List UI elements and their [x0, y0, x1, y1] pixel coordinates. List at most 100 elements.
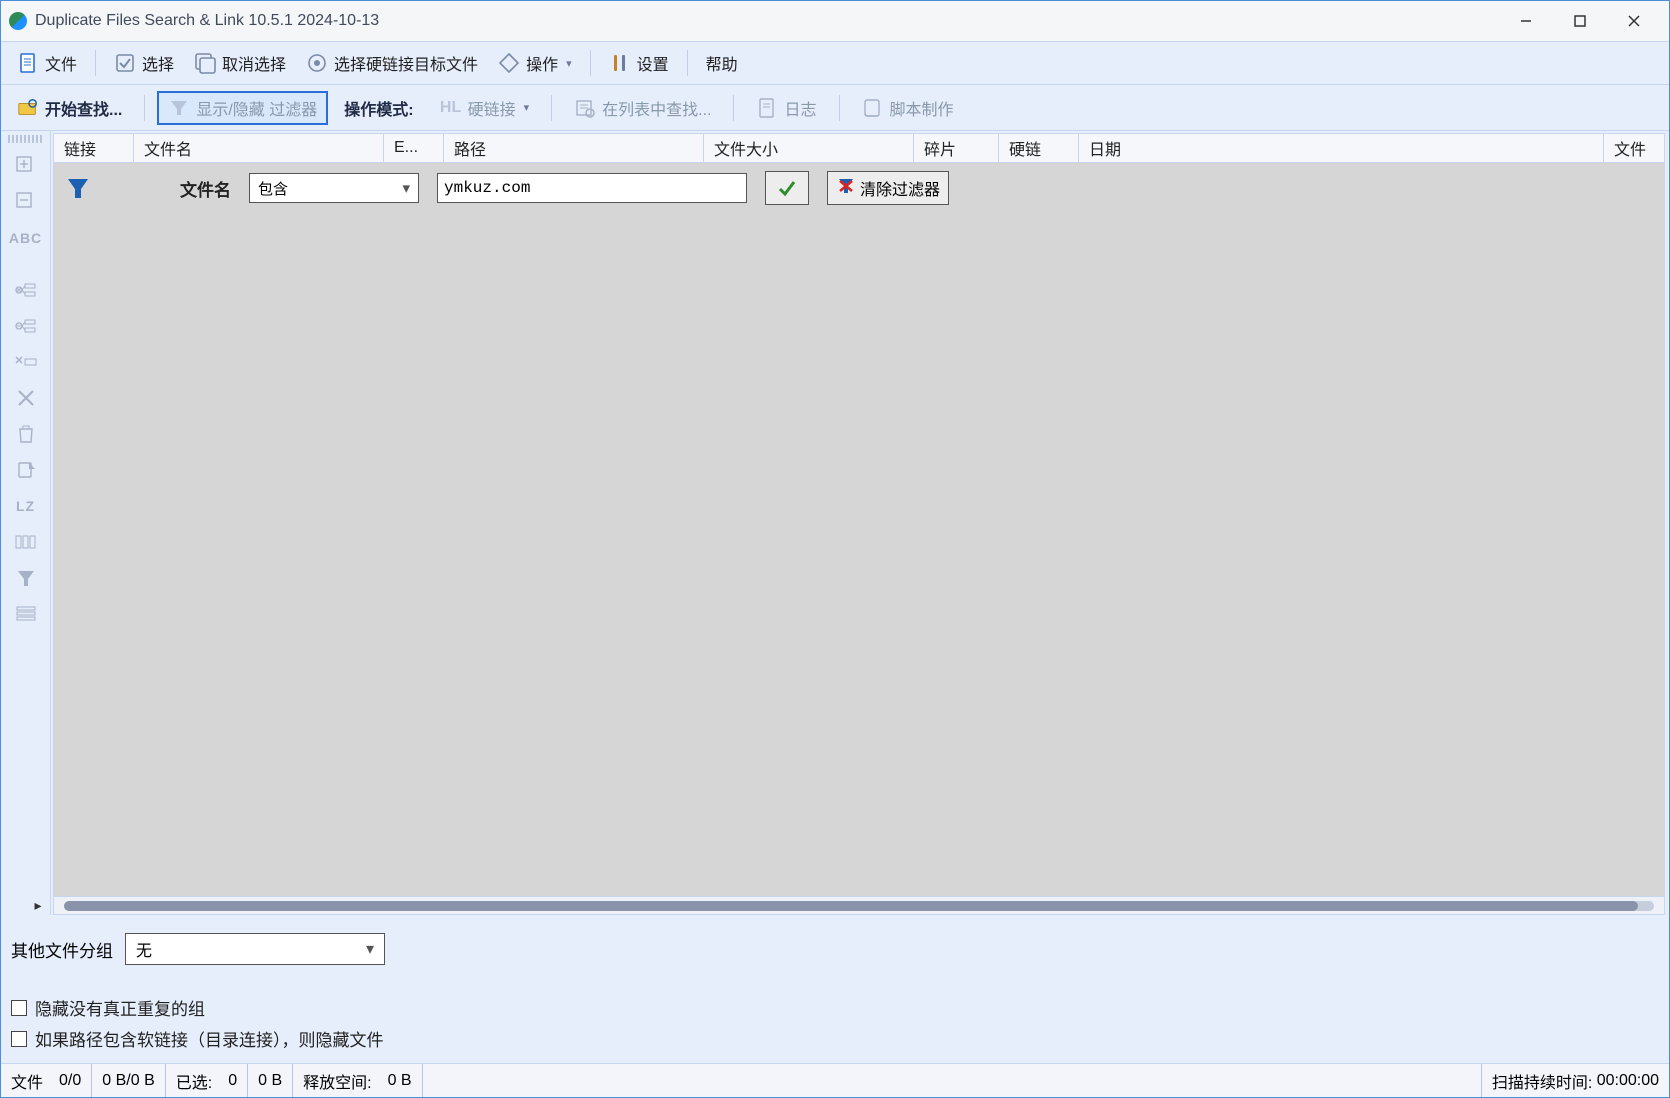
col-filename[interactable]: 文件名 [134, 134, 384, 162]
menu-help[interactable]: 帮助 [698, 47, 746, 79]
separator-icon [551, 95, 552, 121]
filter-apply-button[interactable] [765, 171, 809, 205]
menu-file-label: 文件 [45, 51, 77, 75]
status-scan-time: 扫描持续时间: 00:00:00 [1482, 1064, 1669, 1097]
hide-softlink-label: 如果路径包含软链接（目录连接），则隐藏文件 [35, 1026, 384, 1051]
col-fragments[interactable]: 碎片 [914, 134, 999, 162]
menu-select[interactable]: 选择 [106, 47, 182, 79]
filter-field-label: 文件名 [180, 176, 231, 201]
side-filter-funnel[interactable] [7, 561, 45, 595]
hide-softlink-checkbox[interactable]: 如果路径包含软链接（目录连接），则隐藏文件 [11, 1026, 1659, 1051]
filter-bar: 文件名 包含 ▾ 清除过滤器 [53, 163, 1665, 213]
horizontal-scrollbar[interactable] [53, 897, 1665, 915]
script-button[interactable]: 脚本制作 [852, 92, 964, 124]
checkbox-checked-icon [114, 52, 136, 74]
hide-nondup-label: 隐藏没有真正重复的组 [35, 995, 205, 1020]
filter-mode-value: 包含 [258, 178, 288, 199]
side-expand-toggle[interactable]: ▸ [6, 895, 46, 915]
side-abc[interactable]: ABC [7, 221, 45, 255]
status-scan-label: 扫描持续时间: [1492, 1069, 1592, 1093]
content-area: 链接 文件名 E... 路径 文件大小 碎片 硬链 日期 文件 文件名 包含 ▾ [51, 131, 1669, 915]
hardlink-mode-button[interactable]: HL 硬链接 ▾ [430, 92, 540, 124]
menu-deselect[interactable]: 取消选择 [186, 47, 294, 79]
status-scan-value: 00:00:00 [1597, 1072, 1659, 1090]
col-date[interactable]: 日期 [1079, 134, 1604, 162]
side-lz[interactable]: LZ [7, 489, 45, 523]
find-in-list-button[interactable]: 在列表中查找... [564, 92, 721, 124]
chevron-down-icon: ▾ [524, 101, 530, 114]
results-list[interactable] [53, 213, 1665, 897]
document-icon [17, 52, 39, 74]
toggle-filter-button[interactable]: 显示/隐藏 过滤器 [157, 91, 328, 125]
filter-clear-button[interactable]: 清除过滤器 [827, 171, 949, 205]
col-hardlinks[interactable]: 硬链 [999, 134, 1079, 162]
col-ext[interactable]: E... [384, 134, 444, 162]
start-search-button[interactable]: 开始查找... [7, 92, 132, 124]
side-trash[interactable] [7, 417, 45, 451]
tools-icon [609, 52, 631, 74]
script-label: 脚本制作 [890, 96, 954, 120]
menu-choose-hardlink-target[interactable]: 选择硬链接目标文件 [298, 47, 486, 79]
status-selected-count: 0 [218, 1064, 248, 1097]
side-delete[interactable] [7, 381, 45, 415]
side-tree-expand[interactable] [7, 273, 45, 307]
menu-deselect-label: 取消选择 [222, 51, 286, 75]
menu-choose-hardlink-target-label: 选择硬链接目标文件 [334, 51, 478, 75]
col-link[interactable]: 链接 [54, 134, 134, 162]
hide-nondup-checkbox[interactable]: 隐藏没有真正重复的组 [11, 995, 1659, 1020]
close-button[interactable] [1607, 3, 1661, 39]
main-area: ABC LZ ▸ 链接 文件名 E... 路径 文件大小 碎片 硬链 日期 文件 [1, 131, 1669, 915]
status-spacer [423, 1064, 1482, 1097]
diamond-icon [498, 52, 520, 74]
side-columns[interactable] [7, 525, 45, 559]
hardlink-mode-label: 硬链接 [468, 96, 516, 120]
separator-icon [590, 50, 591, 76]
menu-actions[interactable]: 操作 ▾ [490, 47, 580, 79]
mode-label-text: 操作模式: [344, 96, 413, 120]
menu-file[interactable]: 文件 [9, 47, 85, 79]
table-header: 链接 文件名 E... 路径 文件大小 碎片 硬链 日期 文件 [53, 133, 1665, 163]
menu-select-label: 选择 [142, 51, 174, 75]
menu-settings[interactable]: 设置 [601, 47, 677, 79]
toggle-filter-label: 显示/隐藏 过滤器 [196, 96, 317, 120]
filter-text-input[interactable] [437, 173, 747, 203]
find-in-list-label: 在列表中查找... [602, 96, 711, 120]
col-file[interactable]: 文件 [1604, 134, 1664, 162]
group-select-value: 无 [136, 937, 152, 961]
side-unlink[interactable] [7, 345, 45, 379]
side-export[interactable] [7, 453, 45, 487]
filter-clear-label: 清除过滤器 [860, 176, 940, 200]
status-files-size: 0 B/0 B [92, 1064, 165, 1097]
group-select[interactable]: 无 ▾ [125, 933, 385, 965]
menubar: 文件 选择 取消选择 选择硬链接目标文件 操作 ▾ 设置 帮助 [1, 41, 1669, 85]
minimize-button[interactable] [1499, 3, 1553, 39]
separator-icon [144, 95, 145, 121]
log-button[interactable]: 日志 [746, 92, 826, 124]
chevron-down-icon: ▾ [402, 179, 410, 197]
chevron-down-icon: ▾ [566, 57, 572, 70]
titlebar: Duplicate Files Search & Link 10.5.1 202… [1, 1, 1669, 41]
status-files-count: 0/0 [49, 1064, 92, 1097]
clear-filter-icon [836, 176, 856, 201]
side-toolbar: ABC LZ ▸ [1, 131, 51, 915]
side-expand-all[interactable] [7, 149, 45, 183]
start-search-label: 开始查找... [45, 96, 122, 120]
filter-mode-select[interactable]: 包含 ▾ [249, 173, 419, 203]
funnel-icon [64, 177, 92, 199]
folder-search-icon [17, 97, 39, 119]
separator-icon [687, 50, 688, 76]
group-label: 其他文件分组 [11, 937, 113, 962]
side-collapse-all[interactable] [7, 185, 45, 219]
side-rows[interactable] [7, 597, 45, 631]
footer-options: 其他文件分组 无 ▾ 隐藏没有真正重复的组 如果路径包含软链接（目录连接），则隐… [1, 915, 1669, 1063]
maximize-button[interactable] [1553, 3, 1607, 39]
checkbox-icon [11, 1000, 27, 1016]
grip-icon[interactable] [8, 135, 44, 143]
col-filesize[interactable]: 文件大小 [704, 134, 914, 162]
checkbox-icon [11, 1031, 27, 1047]
col-path[interactable]: 路径 [444, 134, 704, 162]
separator-icon [839, 95, 840, 121]
menu-actions-label: 操作 [526, 51, 558, 75]
side-tree-collapse[interactable] [7, 309, 45, 343]
script-icon [862, 97, 884, 119]
